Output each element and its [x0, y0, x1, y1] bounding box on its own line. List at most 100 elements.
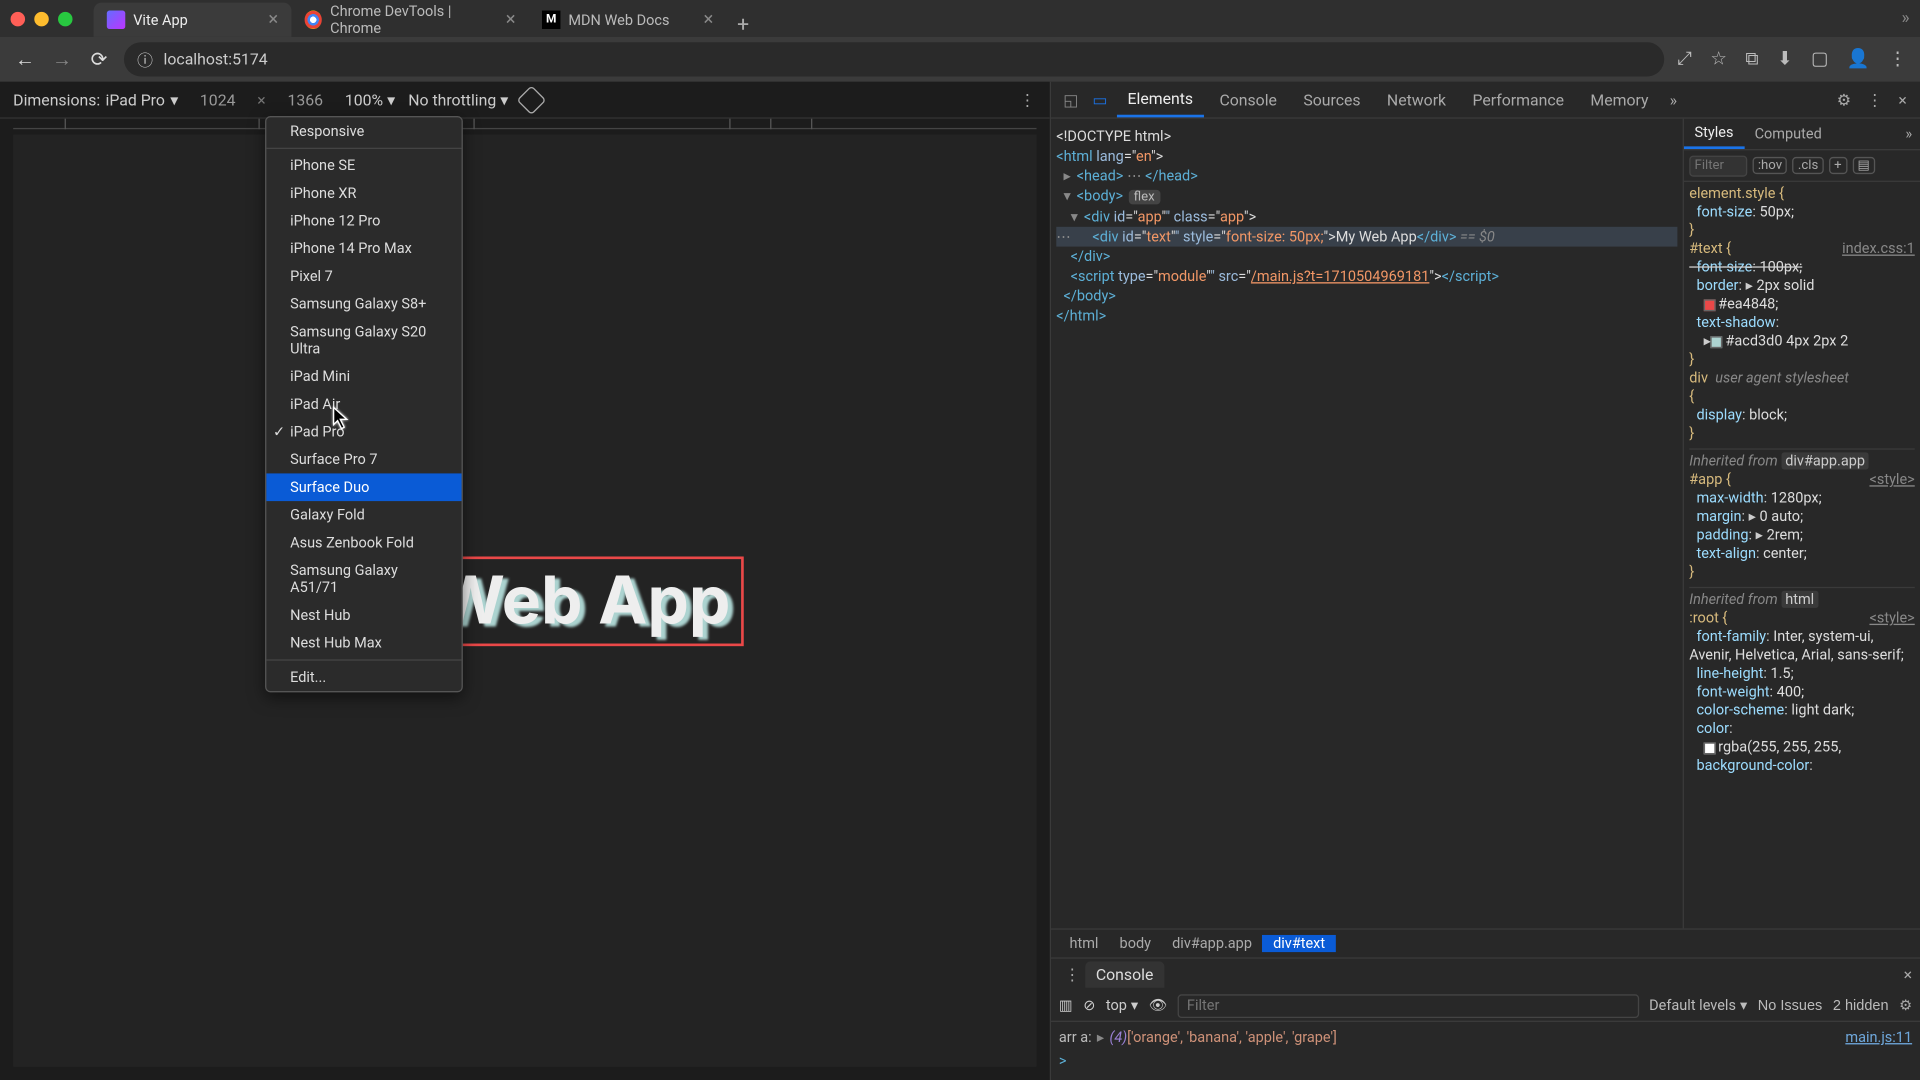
crumb-body[interactable]: body — [1109, 935, 1162, 952]
device-option[interactable]: Asus Zenbook Fold — [266, 529, 461, 557]
console-prompt[interactable]: > — [1059, 1048, 1912, 1074]
source-link[interactable]: main.js:11 — [1845, 1027, 1912, 1048]
rotate-device-icon[interactable] — [517, 85, 547, 115]
settings-gear-icon[interactable]: ⚙ — [1831, 90, 1856, 108]
more-tabs-icon[interactable]: » — [1664, 90, 1682, 108]
live-expression-icon[interactable]: 👁 — [1149, 997, 1167, 1014]
issues-indicator[interactable]: No Issues — [1758, 998, 1823, 1014]
close-tab-icon[interactable]: × — [268, 9, 278, 30]
drawer-tab-console[interactable]: Console — [1085, 961, 1164, 987]
tab-console[interactable]: Console — [1209, 82, 1288, 118]
computed-tab[interactable]: Computed — [1744, 119, 1832, 149]
color-swatch-icon[interactable] — [1704, 742, 1716, 754]
tab-elements[interactable]: Elements — [1117, 82, 1204, 118]
device-option[interactable]: iPhone XR — [266, 179, 461, 207]
hidden-count[interactable]: 2 hidden — [1833, 998, 1889, 1014]
computed-toggle-icon[interactable]: ▤ — [1852, 157, 1875, 174]
close-devtools-icon[interactable]: × — [1893, 90, 1912, 108]
console-settings-icon[interactable]: ⚙ — [1899, 997, 1912, 1014]
width-input[interactable]: 1024 — [191, 90, 244, 108]
console-drawer: ⋮ Console × ▥ ⊘ top ▾ 👁 Default levels ▾… — [1051, 957, 1920, 1080]
device-option[interactable]: Nest Hub Max — [266, 629, 461, 657]
new-tab-button[interactable]: + — [727, 12, 760, 37]
device-option[interactable]: Samsung Galaxy S20 Ultra — [266, 318, 461, 363]
maximize-window-button[interactable] — [58, 11, 73, 26]
tab-sources[interactable]: Sources — [1293, 82, 1371, 118]
dimensions-dropdown[interactable]: Dimensions: iPad Pro ▾ — [13, 90, 178, 108]
console-sidebar-icon[interactable]: ▥ — [1059, 997, 1073, 1014]
window-overflow-icon[interactable]: » — [1901, 9, 1909, 29]
device-toolbar-menu-icon[interactable]: ⋮ — [1019, 90, 1036, 108]
forward-button[interactable]: → — [50, 47, 74, 71]
tab-performance[interactable]: Performance — [1462, 82, 1575, 118]
style-rules[interactable]: element.style { font-size: 50px; } #text… — [1684, 182, 1920, 928]
zoom-dropdown[interactable]: 100%▾ — [345, 90, 395, 108]
bookmark-star-icon[interactable]: ☆ — [1710, 49, 1727, 70]
throttling-dropdown[interactable]: No throttling▾ — [408, 90, 508, 108]
devtools-menu-icon[interactable]: ⋮ — [1861, 90, 1887, 108]
context-dropdown[interactable]: top ▾ — [1106, 997, 1138, 1014]
tab-network[interactable]: Network — [1376, 82, 1456, 118]
browser-tabs: Vite App × Chrome DevTools | Chrome × M … — [94, 0, 1891, 37]
device-toggle-icon[interactable]: ▭ — [1088, 88, 1112, 112]
crumb-app[interactable]: div#app.app — [1162, 935, 1263, 952]
device-option-highlighted[interactable]: Surface Duo — [266, 473, 461, 501]
reload-button[interactable]: ⟳ — [87, 47, 111, 71]
tab-devtools-docs[interactable]: Chrome DevTools | Chrome × — [291, 3, 528, 37]
element-picker-icon[interactable]: ◱ — [1059, 88, 1083, 112]
device-option[interactable]: iPad Mini — [266, 363, 461, 391]
device-option-responsive[interactable]: Responsive — [266, 117, 461, 145]
more-style-tabs-icon[interactable]: » — [1897, 125, 1920, 142]
dom-tree[interactable]: <!DOCTYPE html> <html lang="en"> ▸<head>… — [1051, 119, 1683, 929]
device-option[interactable]: iPhone 12 Pro — [266, 207, 461, 235]
styles-tab[interactable]: Styles — [1684, 119, 1744, 149]
console-output[interactable]: arr a: ▸ (4) ['orange', 'banana', 'apple… — [1051, 1022, 1920, 1080]
height-input[interactable]: 1366 — [279, 90, 332, 108]
device-option[interactable]: iPad Air — [266, 390, 461, 418]
close-tab-icon[interactable]: × — [704, 9, 714, 30]
url-field[interactable]: ⓘ localhost:5174 — [124, 42, 1664, 76]
device-option-selected[interactable]: iPad Pro — [266, 418, 461, 446]
dimensions-label: Dimensions: — [13, 90, 100, 108]
crumb-html[interactable]: html — [1059, 935, 1109, 952]
tab-mdn[interactable]: M MDN Web Docs × — [529, 3, 727, 37]
side-panel-icon[interactable]: ▢ — [1811, 49, 1828, 70]
zoom-indicator-icon[interactable]: ⤢ — [1677, 49, 1692, 70]
new-rule-button[interactable]: + — [1829, 157, 1847, 174]
chrome-menu-icon[interactable]: ⋮ — [1888, 49, 1906, 70]
device-option[interactable]: Galaxy Fold — [266, 501, 461, 529]
minimize-window-button[interactable] — [34, 11, 49, 26]
chrome-favicon-icon — [305, 11, 323, 29]
cls-toggle[interactable]: .cls — [1793, 157, 1824, 174]
profile-avatar-icon[interactable]: 👤 — [1847, 49, 1870, 70]
styles-pane: Styles Computed » :hov .cls + ▤ element.… — [1683, 119, 1920, 929]
console-filter-input[interactable] — [1178, 994, 1639, 1018]
device-option[interactable]: iPhone 14 Pro Max — [266, 235, 461, 263]
extensions-icon[interactable]: ⧉ — [1745, 49, 1758, 70]
chevron-down-icon: ▾ — [387, 90, 395, 108]
close-window-button[interactable] — [11, 11, 26, 26]
device-option[interactable]: Surface Pro 7 — [266, 446, 461, 474]
color-swatch-icon[interactable] — [1711, 336, 1723, 348]
clear-console-icon[interactable]: ⊘ — [1083, 997, 1095, 1014]
downloads-icon[interactable]: ⬇ — [1777, 49, 1792, 70]
device-option[interactable]: Nest Hub — [266, 601, 461, 629]
log-levels-dropdown[interactable]: Default levels ▾ — [1649, 997, 1747, 1014]
device-option[interactable]: Samsung Galaxy A51/71 — [266, 556, 461, 601]
device-edit-option[interactable]: Edit... — [266, 663, 461, 691]
tab-vite-app[interactable]: Vite App × — [94, 3, 292, 37]
drawer-menu-icon[interactable]: ⋮ — [1059, 965, 1085, 983]
close-tab-icon[interactable]: × — [506, 9, 516, 30]
close-drawer-icon[interactable]: × — [1904, 965, 1912, 983]
tab-memory[interactable]: Memory — [1580, 82, 1659, 118]
site-info-icon[interactable]: ⓘ — [137, 48, 153, 70]
rendered-page[interactable]: My Web App — [13, 135, 1036, 1067]
styles-filter-input[interactable] — [1689, 155, 1747, 176]
device-option[interactable]: iPhone SE — [266, 152, 461, 180]
device-option[interactable]: Samsung Galaxy S8+ — [266, 290, 461, 318]
device-option[interactable]: Pixel 7 — [266, 262, 461, 290]
color-swatch-icon[interactable] — [1704, 299, 1716, 311]
crumb-text[interactable]: div#text — [1263, 935, 1336, 952]
back-button[interactable]: ← — [13, 47, 37, 71]
hov-toggle[interactable]: :hov — [1753, 157, 1788, 174]
